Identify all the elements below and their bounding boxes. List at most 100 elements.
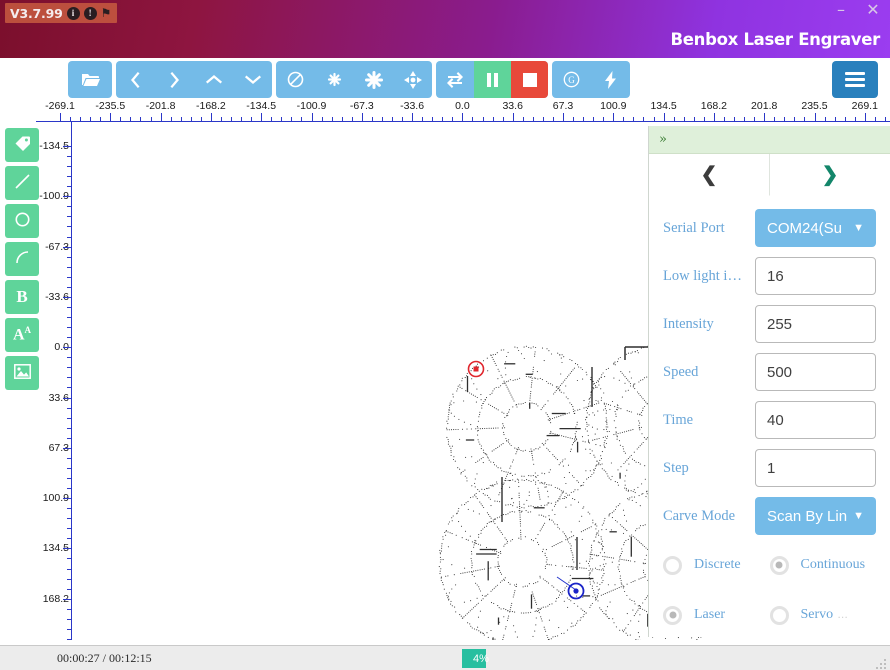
step-input[interactable] [755, 449, 876, 487]
vertical-ruler: -134.5 -100.9 -67.3 -33.6 0.0 33.6 67.3 100.9 13… [36, 122, 72, 640]
run-group [436, 61, 548, 98]
radio-icon-checked [663, 605, 682, 625]
svg-text:G: G [568, 75, 575, 85]
resize-grip-icon[interactable] [874, 655, 888, 669]
panel-tabs: ❮ ❯ [649, 154, 890, 196]
laser-ops-group [276, 61, 432, 98]
speed-input[interactable] [755, 353, 876, 391]
flag-icon[interactable]: ⚑ [101, 6, 112, 20]
image-tool-button[interactable] [5, 356, 39, 390]
stop-button[interactable] [511, 61, 548, 98]
radio-servo[interactable]: Servo … [769, 605, 877, 625]
circle-tool-button[interactable] [5, 204, 39, 238]
laser-off-button[interactable] [276, 61, 315, 98]
tab-previous[interactable]: ❮ [649, 154, 770, 196]
ruler-tick-major [63, 447, 72, 449]
field-step: Step [663, 444, 876, 492]
ruler-tick-major [261, 113, 263, 122]
radio-label: Continuous [800, 557, 866, 572]
ruler-tick-major [63, 146, 72, 147]
field-label: Time [663, 411, 694, 428]
ruler-label-x: 269.1 [851, 100, 878, 112]
tab-next[interactable]: ❯ [770, 154, 890, 196]
time-input[interactable] [755, 401, 876, 439]
pause-button[interactable] [474, 61, 511, 98]
radio-label: Laser [694, 607, 726, 622]
version-badge: V3.7.99 i ! ⚑ [5, 3, 118, 23]
stop-icon [522, 72, 537, 87]
ruler-label-x: 67.3 [552, 100, 574, 112]
open-file-button[interactable] [68, 61, 112, 98]
ruler-label-x: -269.1 [45, 100, 75, 112]
ruler-label-x: 0.0 [455, 100, 470, 112]
ruler-label-x: 168.2 [700, 100, 728, 112]
ruler-label-x: -201.8 [145, 100, 176, 112]
app-title: Benbox Laser Engraver [670, 30, 881, 49]
line-tool-button[interactable] [5, 166, 39, 200]
main-menu-button[interactable] [832, 61, 878, 98]
text-tool-button[interactable]: AA [5, 318, 39, 352]
line-icon [14, 173, 31, 194]
radio-icon-checked [769, 555, 789, 575]
bold-b-icon: B [16, 287, 28, 306]
laser-low-button[interactable] [315, 61, 354, 98]
ruler-label-x: -33.6 [400, 100, 425, 112]
ruler-tick-major [864, 113, 866, 122]
ruler-label-x: -168.2 [196, 100, 226, 112]
hamburger-icon [845, 69, 865, 90]
arc-tool-button[interactable] [5, 242, 39, 276]
ruler-label-x: 33.6 [502, 100, 523, 112]
move-down-button[interactable] [233, 61, 272, 98]
select-value: COM24(Su [767, 219, 843, 237]
warning-icon[interactable]: ! [83, 6, 97, 20]
progress-label: 4% [473, 652, 489, 665]
origin-marker-group [467, 360, 485, 378]
move-up-button[interactable] [194, 61, 233, 98]
progress-bar: 4% [462, 649, 792, 668]
radio-icon [663, 555, 682, 575]
move-right-button[interactable] [155, 61, 194, 98]
move-left-button[interactable] [116, 61, 155, 98]
center-position-button[interactable] [393, 61, 432, 98]
field-label: Low light i… [663, 267, 742, 284]
ruler-label-x: 201.8 [751, 100, 778, 112]
ruler-tick-major [210, 113, 212, 122]
radio-discrete[interactable]: Discrete [663, 555, 770, 575]
close-button[interactable]: ✕ [864, 2, 882, 18]
carve-mode-select[interactable]: Scan By Lin ▼ [755, 497, 876, 535]
bold-tool-button[interactable]: B [5, 280, 39, 314]
serial-port-select[interactable]: COM24(Su ▼ [755, 209, 876, 247]
power-button[interactable] [591, 61, 630, 98]
ruler-label-x: -100.9 [296, 100, 327, 112]
radio-row-mode: Discrete Continuous [663, 540, 876, 590]
ruler-label-x: 134.5 [650, 100, 677, 112]
ruler-tick-major [63, 196, 72, 198]
radio-label: Discrete [694, 557, 741, 572]
radio-laser[interactable]: Laser [663, 605, 770, 625]
field-label: Serial Port [663, 219, 725, 236]
ruler-tick-major [63, 397, 72, 399]
field-carve-mode: Carve Mode Scan By Lin ▼ [663, 492, 876, 540]
minimize-button[interactable]: – [832, 2, 850, 18]
main-toolbar: G [0, 58, 890, 100]
ruler-tick-major [311, 113, 313, 122]
intensity-input[interactable] [755, 305, 876, 343]
radio-continuous[interactable]: Continuous [769, 555, 877, 575]
image-icon [13, 363, 31, 383]
ruler-tick-major [160, 113, 162, 122]
arc-icon [14, 249, 31, 270]
ruler-tick-major [412, 113, 414, 122]
gcode-button[interactable]: G [552, 61, 591, 98]
expand-panel-icon[interactable]: » [659, 132, 667, 147]
field-label: Speed [663, 363, 699, 380]
field-label: Step [663, 459, 689, 476]
ruler-tick-major [361, 113, 363, 122]
reset-button[interactable] [436, 61, 474, 98]
low-light-input[interactable] [755, 257, 876, 295]
field-label: Carve Mode [663, 507, 736, 524]
ruler-tick-major [63, 598, 72, 600]
laser-high-button[interactable] [354, 61, 393, 98]
info-icon[interactable]: i [66, 6, 80, 20]
ruler-label-x: -67.3 [349, 100, 374, 112]
tag-tool-button[interactable] [5, 128, 39, 162]
